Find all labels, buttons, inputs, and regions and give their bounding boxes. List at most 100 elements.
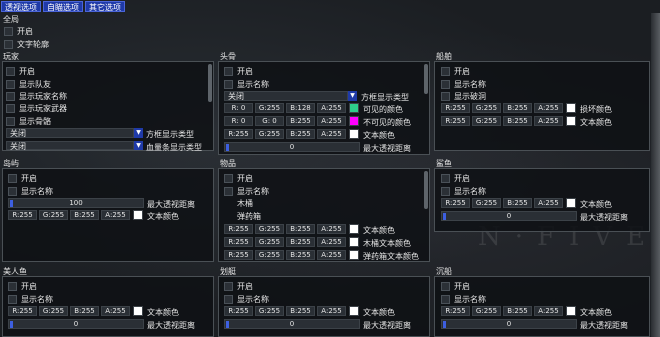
shipwreck-text-swatch[interactable]: [566, 306, 576, 316]
skull-visible-a[interactable]: A:255: [317, 103, 346, 113]
island-text-g[interactable]: G:255: [39, 210, 68, 220]
skull-box-type-select[interactable]: 关闭: [224, 91, 348, 101]
scrollbar[interactable]: [208, 64, 212, 102]
skull-invisible-swatch[interactable]: [349, 116, 359, 126]
items-ammo-swatch[interactable]: [349, 250, 359, 260]
player-check-enable[interactable]: 开启: [6, 66, 35, 77]
mermaid-check-names[interactable]: 显示名称: [8, 294, 53, 305]
shipwreck-check-enable[interactable]: 开启: [441, 281, 470, 292]
tab-other[interactable]: 其它选项: [85, 1, 125, 12]
ship-text-swatch[interactable]: [566, 116, 576, 126]
items-text-r[interactable]: R:255: [224, 224, 253, 234]
skull-check-enable[interactable]: 开启: [224, 66, 253, 77]
items-check-enable[interactable]: 开启: [224, 173, 253, 184]
skull-visible-swatch[interactable]: [349, 103, 359, 113]
rowboat-text-a[interactable]: A:255: [317, 306, 346, 316]
rowboat-check-enable[interactable]: 开启: [224, 281, 253, 292]
global-outline-checkbox[interactable]: 文字轮廓: [4, 39, 49, 50]
player-check-names[interactable]: 显示玩家名称: [6, 91, 67, 102]
chevron-down-icon[interactable]: ▼: [134, 128, 143, 138]
ship-text-g[interactable]: G:255: [472, 116, 501, 126]
items-check-names[interactable]: 显示名称: [224, 186, 269, 197]
player-box-type-select[interactable]: 关闭: [6, 128, 134, 138]
skull-visible-b[interactable]: B:128: [286, 103, 315, 113]
skull-invisible-g[interactable]: G: 0: [255, 116, 284, 126]
rowboat-distance-slider[interactable]: 0: [224, 319, 360, 329]
items-text-b[interactable]: B:255: [286, 224, 315, 234]
items-ammo-a[interactable]: A:255: [317, 250, 346, 260]
rowboat-check-names[interactable]: 显示名称: [224, 294, 269, 305]
mermaid-text-b[interactable]: B:255: [70, 306, 99, 316]
skull-invisible-a[interactable]: A:255: [317, 116, 346, 126]
ship-damage-a[interactable]: A:255: [534, 103, 563, 113]
ship-damage-swatch[interactable]: [566, 103, 576, 113]
player-check-skeleton[interactable]: 显示骨骼: [6, 116, 51, 127]
shark-check-names[interactable]: 显示名称: [441, 186, 486, 197]
ship-check-holes[interactable]: 显示破洞: [441, 91, 486, 102]
items-ammo-r[interactable]: R:255: [224, 250, 253, 260]
skull-text-r[interactable]: R:255: [224, 129, 253, 139]
mermaid-check-enable[interactable]: 开启: [8, 281, 37, 292]
ship-text-a[interactable]: A:255: [534, 116, 563, 126]
mermaid-text-g[interactable]: G:255: [39, 306, 68, 316]
shipwreck-text-b[interactable]: B:255: [503, 306, 532, 316]
skull-check-names[interactable]: 显示名称: [224, 79, 269, 90]
shark-distance-slider[interactable]: 0: [441, 211, 577, 221]
mermaid-text-r[interactable]: R:255: [8, 306, 37, 316]
items-barrel-g[interactable]: G:255: [255, 237, 284, 247]
island-check-names[interactable]: 显示名称: [8, 186, 53, 197]
slider-grab[interactable]: [10, 321, 13, 328]
shipwreck-check-names[interactable]: 显示名称: [441, 294, 486, 305]
player-check-weapons[interactable]: 显示玩家武器: [6, 103, 67, 114]
chevron-down-icon[interactable]: ▼: [134, 141, 143, 150]
items-ammo-g[interactable]: G:255: [255, 250, 284, 260]
items-barrel-a[interactable]: A:255: [317, 237, 346, 247]
ship-damage-r[interactable]: R:255: [441, 103, 470, 113]
ship-text-r[interactable]: R:255: [441, 116, 470, 126]
items-text-g[interactable]: G:255: [255, 224, 284, 234]
ship-damage-g[interactable]: G:255: [472, 103, 501, 113]
skull-text-b[interactable]: B:255: [286, 129, 315, 139]
checkbox[interactable]: [4, 27, 13, 36]
skull-visible-r[interactable]: R: 0: [224, 103, 253, 113]
skull-text-swatch[interactable]: [349, 129, 359, 139]
scrollbar[interactable]: [424, 171, 428, 209]
rowboat-text-r[interactable]: R:255: [224, 306, 253, 316]
mermaid-text-a[interactable]: A:255: [101, 306, 130, 316]
ship-check-names[interactable]: 显示名称: [441, 79, 486, 90]
items-barrel-r[interactable]: R:255: [224, 237, 253, 247]
checkbox[interactable]: [4, 40, 13, 49]
tab-aimbot[interactable]: 自瞄选项: [43, 1, 83, 12]
mermaid-distance-slider[interactable]: 0: [8, 319, 144, 329]
tab-esp[interactable]: 透视选项: [1, 1, 41, 12]
shipwreck-text-a[interactable]: A:255: [534, 306, 563, 316]
chevron-down-icon[interactable]: ▼: [348, 91, 357, 101]
island-text-b[interactable]: B:255: [70, 210, 99, 220]
rowboat-text-b[interactable]: B:255: [286, 306, 315, 316]
shark-text-r[interactable]: R:255: [441, 198, 470, 208]
skull-text-a[interactable]: A:255: [317, 129, 346, 139]
island-distance-slider[interactable]: 100: [8, 198, 144, 208]
shark-check-enable[interactable]: 开启: [441, 173, 470, 184]
items-text-swatch[interactable]: [349, 224, 359, 234]
island-check-enable[interactable]: 开启: [8, 173, 37, 184]
island-text-swatch[interactable]: [133, 210, 143, 220]
items-text-a[interactable]: A:255: [317, 224, 346, 234]
ship-check-enable[interactable]: 开启: [441, 66, 470, 77]
shark-text-swatch[interactable]: [566, 198, 576, 208]
skull-text-g[interactable]: G:255: [255, 129, 284, 139]
skull-distance-slider[interactable]: 0: [224, 142, 360, 152]
skull-invisible-b[interactable]: B:255: [286, 116, 315, 126]
items-ammo-b[interactable]: B:255: [286, 250, 315, 260]
island-text-r[interactable]: R:255: [8, 210, 37, 220]
ship-text-b[interactable]: B:255: [503, 116, 532, 126]
rowboat-text-swatch[interactable]: [349, 306, 359, 316]
items-barrel-swatch[interactable]: [349, 237, 359, 247]
slider-grab[interactable]: [10, 200, 13, 207]
slider-grab[interactable]: [226, 144, 229, 151]
island-text-a[interactable]: A:255: [101, 210, 130, 220]
items-barrel-b[interactable]: B:255: [286, 237, 315, 247]
shipwreck-text-g[interactable]: G:255: [472, 306, 501, 316]
mermaid-text-swatch[interactable]: [133, 306, 143, 316]
slider-grab[interactable]: [443, 321, 446, 328]
